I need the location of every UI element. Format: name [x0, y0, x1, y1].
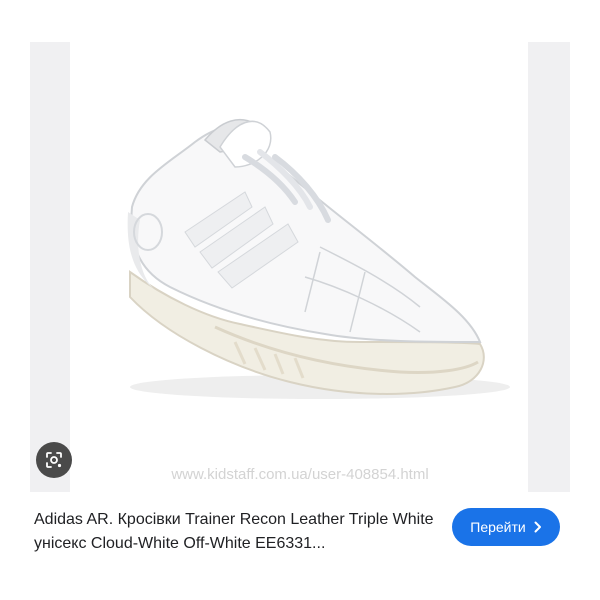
- visit-button-label: Перейти: [470, 519, 526, 535]
- image-preview-panel: www.kidstaff.com.ua/user-408854.html: [0, 0, 600, 492]
- image-border-right: [528, 42, 570, 492]
- image-border-left: [30, 42, 70, 492]
- chevron-right-icon: [534, 521, 541, 533]
- watermark-text: www.kidstaff.com.ua/user-408854.html: [171, 466, 429, 483]
- product-image-sneaker[interactable]: [70, 42, 528, 492]
- visit-button[interactable]: Перейти: [452, 508, 560, 546]
- lens-icon: [46, 452, 62, 468]
- result-title[interactable]: Adidas AR. Кросівки Trainer Recon Leathe…: [34, 508, 434, 556]
- lens-search-button[interactable]: [36, 442, 72, 478]
